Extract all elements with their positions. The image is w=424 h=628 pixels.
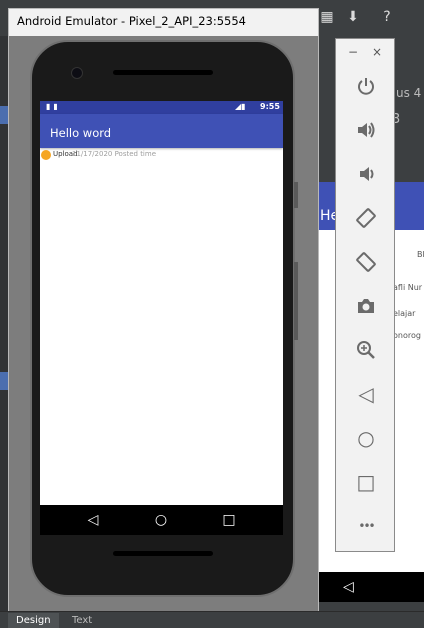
home-icon[interactable]: ○ — [151, 511, 171, 529]
home-icon[interactable]: ○ — [352, 424, 380, 452]
notification-icons: ▮▮ — [46, 102, 61, 111]
volume-rocker[interactable] — [294, 262, 298, 340]
app-title: Hello word — [50, 126, 112, 140]
overview-icon[interactable]: □ — [352, 468, 380, 496]
minimize-button[interactable]: − — [348, 45, 358, 59]
signal-battery-icon: ◢▮ — [235, 102, 246, 111]
list-item-subtitle: 11/17/2020 Posted time — [72, 150, 157, 158]
app-bar: Hello word — [40, 114, 283, 148]
ide-strip-marker[interactable] — [0, 106, 8, 124]
power-icon[interactable] — [352, 72, 380, 100]
side-button[interactable] — [294, 182, 298, 208]
more-icon[interactable]: ••• — [352, 512, 380, 540]
rotate-left-icon[interactable] — [352, 204, 380, 232]
window-title: Android Emulator - Pixel_2_API_23:5554 — [17, 14, 246, 28]
ide-left-strip — [0, 36, 8, 627]
preview-text: elajar — [393, 309, 416, 318]
device-screen[interactable]: ▮▮ ◢▮ 9:55 Hello word Upload 11/17/2020 … — [40, 101, 283, 505]
sdk-manager-icon[interactable]: ⬇ — [344, 8, 362, 26]
back-icon[interactable]: ◁ — [352, 380, 380, 408]
preview-text: afli Nur — [393, 283, 423, 292]
layout-preview-navbar — [318, 572, 424, 602]
android-nav-bar: ◁ ○ □ — [40, 505, 283, 535]
volume-up-icon[interactable] — [352, 116, 380, 144]
bottom-speaker — [113, 551, 213, 556]
back-icon[interactable]: ◁ — [83, 511, 103, 529]
help-icon[interactable]: ? — [378, 8, 396, 26]
device-selector[interactable]: us 4 — [396, 86, 421, 100]
editor-tabs: Design Text — [0, 611, 424, 628]
volume-down-icon[interactable] — [352, 160, 380, 188]
status-time: 9:55 — [260, 102, 280, 111]
preview-back-icon: ◁ — [343, 579, 354, 595]
camera-icon[interactable] — [352, 292, 380, 320]
front-camera — [71, 67, 83, 79]
ide-toolbar-icon[interactable]: ▦ — [318, 8, 336, 26]
top-speaker — [113, 70, 213, 75]
close-button[interactable]: × — [372, 45, 382, 59]
zoom-icon[interactable] — [352, 336, 380, 364]
status-bar: ▮▮ ◢▮ 9:55 — [40, 101, 283, 114]
upload-icon — [41, 150, 51, 160]
overview-icon[interactable]: □ — [219, 511, 239, 529]
tab-design[interactable]: Design — [8, 613, 59, 628]
ide-strip-marker[interactable] — [0, 372, 8, 390]
rotate-right-icon[interactable] — [352, 248, 380, 276]
list-item[interactable]: Upload 11/17/2020 Posted time — [40, 149, 283, 161]
preview-text: Bl — [417, 250, 424, 259]
tab-text[interactable]: Text — [64, 613, 100, 628]
preview-text: onorog — [393, 331, 421, 340]
